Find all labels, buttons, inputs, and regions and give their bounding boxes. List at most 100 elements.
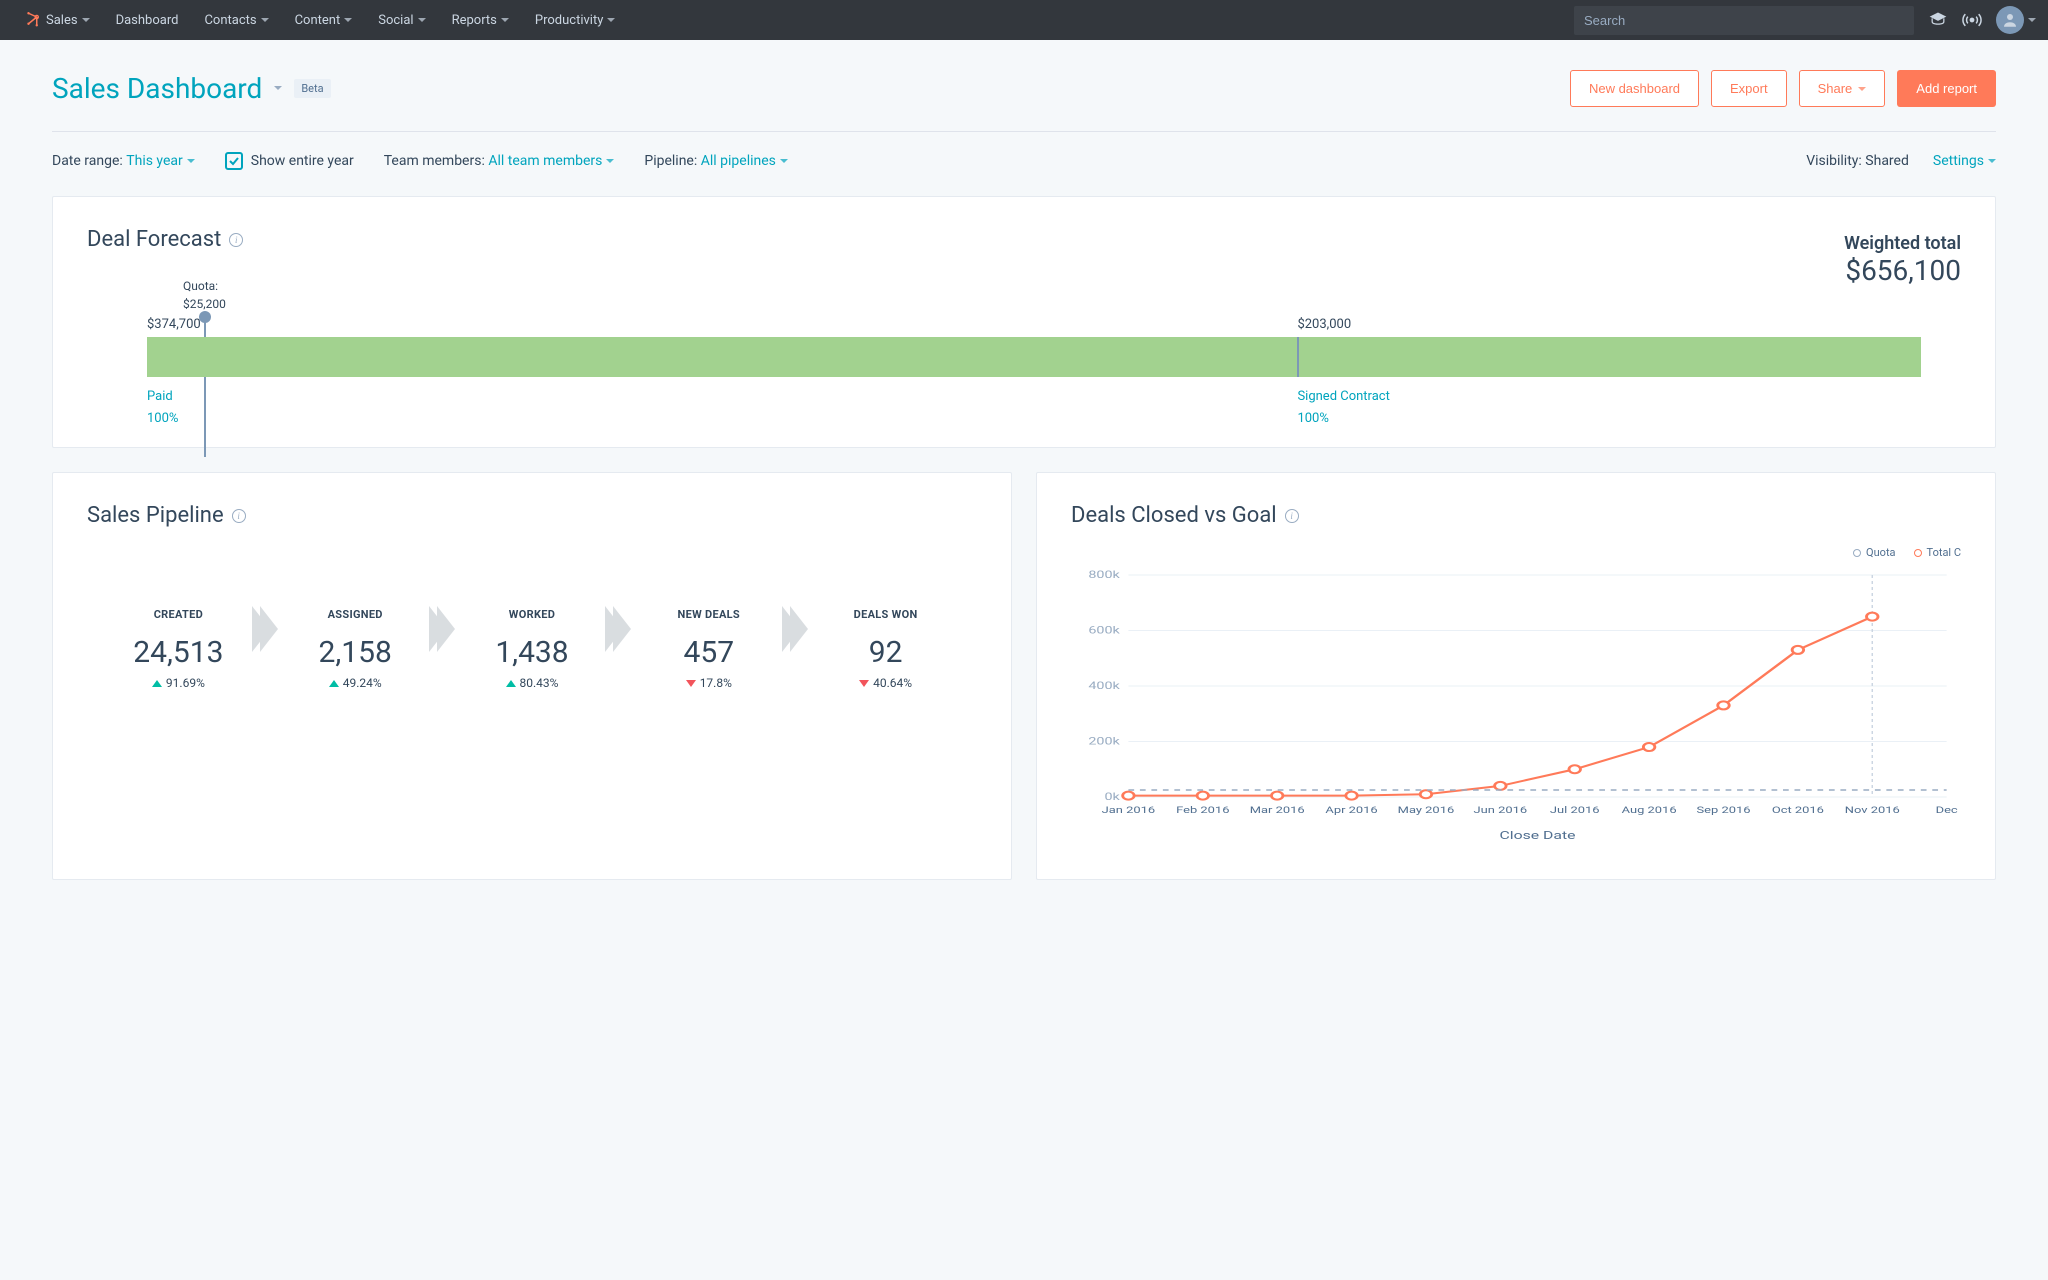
broadcast-icon[interactable] [1962, 10, 1982, 30]
nav-brand-label: Sales [46, 13, 78, 28]
pipeline-select[interactable]: All pipelines [701, 153, 788, 169]
visibility-value: Shared [1865, 153, 1909, 169]
nav-content[interactable]: Content [283, 13, 365, 28]
stage-label: NEW DEALS [629, 608, 788, 621]
nav-brand[interactable]: Sales [12, 11, 102, 29]
info-icon[interactable]: i [1285, 509, 1299, 523]
dashboard-switcher[interactable] [272, 79, 284, 98]
sales-pipeline-title: Sales Pipeline [87, 503, 224, 528]
svg-text:Dec: Dec [1936, 805, 1958, 816]
stage-value: 24,513 [99, 635, 258, 670]
segment-paid-pct: 100% [147, 411, 178, 426]
segment-signed-value: $203,000 [1297, 317, 1351, 332]
svg-text:Jul 2016: Jul 2016 [1550, 805, 1600, 816]
sales-pipeline-card: Sales Pipeline i CREATED 24,513 91.69% A… [52, 472, 1012, 880]
svg-text:400k: 400k [1088, 681, 1120, 692]
stage-label: ASSIGNED [276, 608, 435, 621]
forecast-chart: Quota: $25,200 $374,700 $203,000 Paid 10… [87, 337, 1961, 417]
pipeline-stage[interactable]: CREATED 24,513 91.69% [99, 608, 258, 690]
nav-contacts[interactable]: Contacts [192, 13, 280, 28]
svg-text:Jan 2016: Jan 2016 [1102, 805, 1156, 816]
weighted-total-label: Weighted total [1844, 233, 1961, 254]
stage-pct: 40.64% [806, 676, 965, 690]
chevron-right-icon [427, 604, 455, 654]
chevron-down-icon [607, 18, 615, 22]
settings-link[interactable]: Settings [1933, 153, 1996, 169]
filter-bar: Date range: This year Show entire year T… [52, 132, 1996, 196]
stage-label: CREATED [99, 608, 258, 621]
chevron-down-icon [344, 18, 352, 22]
stage-label: DEALS WON [806, 608, 965, 621]
nav-productivity[interactable]: Productivity [523, 13, 627, 28]
legend-total[interactable]: Total C [1914, 546, 1961, 559]
chevron-right-icon [780, 604, 808, 654]
search-input[interactable] [1574, 6, 1914, 35]
pipeline-stage[interactable]: DEALS WON 92 40.64% [806, 608, 965, 690]
segment-paid-name: Paid [147, 389, 173, 404]
show-entire-year-checkbox[interactable]: Show entire year [225, 152, 354, 170]
stage-value: 92 [806, 635, 965, 670]
stage-label: WORKED [453, 608, 612, 621]
page-title: Sales Dashboard [52, 72, 262, 105]
chevron-down-icon [187, 159, 195, 163]
show-entire-year-label: Show entire year [251, 153, 354, 169]
weighted-total-value: $656,100 [1844, 254, 1961, 287]
svg-text:Apr 2016: Apr 2016 [1325, 805, 1377, 816]
info-icon[interactable]: i [232, 509, 246, 523]
nav-reports[interactable]: Reports [440, 13, 521, 28]
trend-up-icon [506, 680, 516, 687]
chevron-down-icon [418, 18, 426, 22]
trend-down-icon [859, 680, 869, 687]
stage-pct: 49.24% [276, 676, 435, 690]
page-header: Sales Dashboard Beta New dashboard Expor… [52, 70, 1996, 132]
top-nav: Sales Dashboard Contacts Content Social … [0, 0, 2048, 40]
team-members-select[interactable]: All team members [488, 153, 614, 169]
segment-signed-pct: 100% [1297, 411, 1328, 426]
user-menu[interactable] [1996, 6, 2036, 34]
trend-down-icon [686, 680, 696, 687]
deals-closed-card: Deals Closed vs Goal i Quota Total C 0k 2… [1036, 472, 1996, 880]
trend-up-icon [329, 680, 339, 687]
pipeline-stage[interactable]: NEW DEALS 457 17.8% [629, 608, 788, 690]
nav-social[interactable]: Social [366, 13, 437, 28]
svg-text:Mar 2016: Mar 2016 [1250, 805, 1305, 816]
pipeline-stage[interactable]: WORKED 1,438 80.43% [453, 608, 612, 690]
nav-dashboard[interactable]: Dashboard [104, 13, 191, 28]
deals-closed-title: Deals Closed vs Goal [1071, 503, 1277, 528]
svg-text:200k: 200k [1088, 736, 1120, 747]
chevron-down-icon [82, 18, 90, 22]
svg-text:May 2016: May 2016 [1398, 805, 1455, 816]
segment-paid-value: $374,700 [147, 317, 201, 332]
legend-quota[interactable]: Quota [1853, 546, 1896, 559]
date-range-label: Date range: [52, 153, 123, 169]
stage-pct: 80.43% [453, 676, 612, 690]
chevron-right-icon [603, 604, 631, 654]
svg-text:Sep 2016: Sep 2016 [1696, 805, 1750, 816]
deals-line-chart: 0k200k400k600k800kJan 2016Feb 2016Mar 20… [1071, 565, 1961, 845]
hubspot-logo-icon [24, 11, 42, 29]
chevron-down-icon [780, 159, 788, 163]
trend-up-icon [152, 680, 162, 687]
chevron-down-icon [606, 159, 614, 163]
chevron-down-icon [2028, 18, 2036, 22]
export-button[interactable]: Export [1711, 70, 1787, 107]
info-icon[interactable]: i [229, 233, 243, 247]
share-button[interactable]: Share [1799, 70, 1886, 107]
chevron-down-icon [501, 18, 509, 22]
new-dashboard-button[interactable]: New dashboard [1570, 70, 1699, 107]
chevron-down-icon [261, 18, 269, 22]
academy-icon[interactable] [1928, 10, 1948, 30]
chevron-right-icon [250, 604, 278, 654]
svg-text:Jun 2016: Jun 2016 [1474, 805, 1528, 816]
date-range-select[interactable]: This year [126, 153, 195, 169]
quota-label: Quota: [183, 279, 218, 293]
svg-text:Close Date: Close Date [1500, 829, 1576, 842]
pipeline-stage[interactable]: ASSIGNED 2,158 49.24% [276, 608, 435, 690]
svg-text:0k: 0k [1104, 792, 1120, 803]
svg-text:600k: 600k [1088, 625, 1120, 636]
stage-pct: 17.8% [629, 676, 788, 690]
add-report-button[interactable]: Add report [1897, 70, 1996, 107]
svg-text:Oct 2016: Oct 2016 [1772, 805, 1824, 816]
svg-text:Aug 2016: Aug 2016 [1622, 805, 1677, 816]
checkbox-checked-icon [225, 152, 243, 170]
